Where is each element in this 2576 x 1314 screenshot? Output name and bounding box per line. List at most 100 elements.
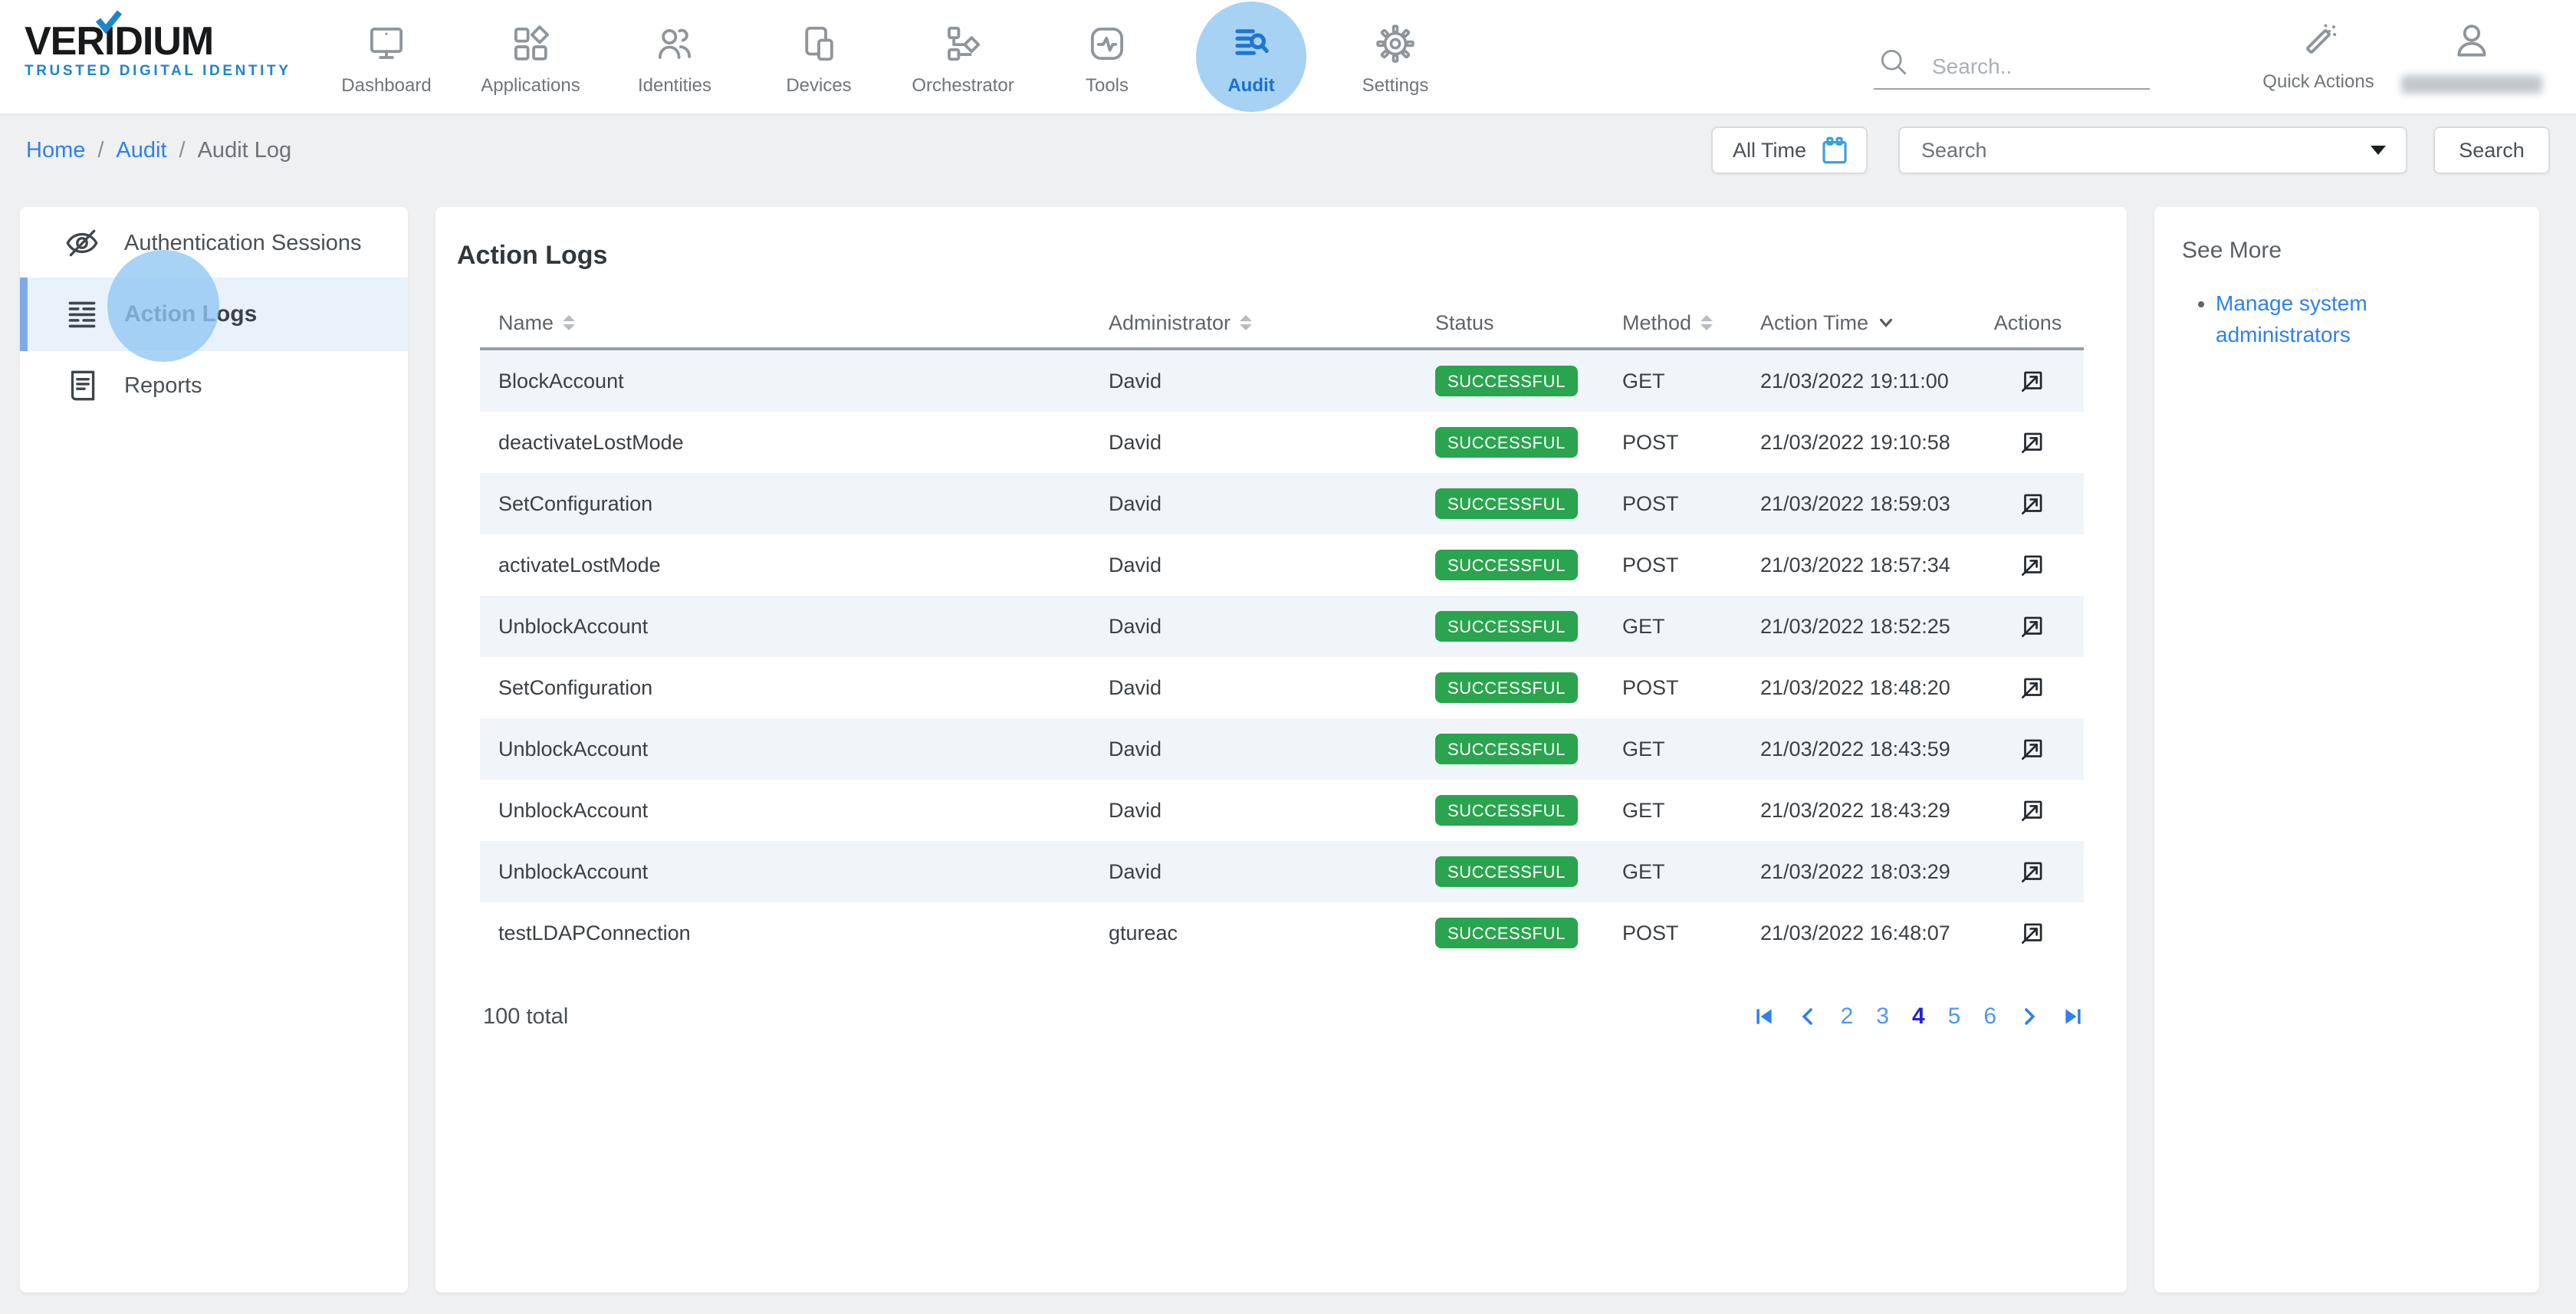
user-avatar-icon bbox=[2451, 20, 2492, 61]
row-open-action[interactable] bbox=[1972, 857, 2084, 886]
cell-administrator: David bbox=[1090, 737, 1417, 761]
table-row[interactable]: UnblockAccount David SUCCESSFUL GET 21/0… bbox=[480, 780, 2084, 841]
manage-system-administrators-link[interactable]: Manage system administrators bbox=[2216, 291, 2367, 347]
cell-status: SUCCESSFUL bbox=[1417, 734, 1604, 764]
column-header-action-time[interactable]: Action Time bbox=[1742, 311, 1972, 335]
table-body: BlockAccount David SUCCESSFUL GET 21/03/… bbox=[480, 350, 2084, 964]
pagination-next-button[interactable] bbox=[2019, 1007, 2039, 1027]
cell-action-time: 21/03/2022 16:48:07 bbox=[1742, 921, 1972, 945]
nav-label: Identities bbox=[638, 75, 711, 97]
nav-item-devices[interactable]: Devices bbox=[747, 0, 891, 113]
activity-icon bbox=[1086, 23, 1128, 64]
table-footer: 100 total 23456 bbox=[480, 1004, 2084, 1030]
row-open-action[interactable] bbox=[1972, 734, 2084, 764]
row-open-action[interactable] bbox=[1972, 366, 2084, 396]
status-badge: SUCCESSFUL bbox=[1435, 550, 1578, 580]
global-search bbox=[1874, 45, 2150, 90]
table-row[interactable]: UnblockAccount David SUCCESSFUL GET 21/0… bbox=[480, 841, 2084, 902]
quick-actions-button[interactable]: Quick Actions bbox=[2242, 21, 2395, 93]
row-open-action[interactable] bbox=[1972, 796, 2084, 825]
gear-icon bbox=[1375, 23, 1416, 64]
veridium-logo[interactable]: VERIDIUM TRUSTED DIGITAL IDENTITY bbox=[0, 0, 314, 113]
cell-method: POST bbox=[1604, 921, 1742, 945]
cell-method: POST bbox=[1604, 492, 1742, 516]
pagination-page-current[interactable]: 4 bbox=[1912, 1004, 1925, 1030]
cell-name: SetConfiguration bbox=[480, 676, 1090, 700]
nav-label: Tools bbox=[1086, 75, 1129, 97]
nav-item-applications[interactable]: Applications bbox=[458, 0, 603, 113]
table-row[interactable]: activateLostMode David SUCCESSFUL POST 2… bbox=[480, 534, 2084, 596]
cell-administrator: David bbox=[1090, 431, 1417, 455]
sort-icon bbox=[563, 315, 575, 330]
status-badge: SUCCESSFUL bbox=[1435, 672, 1578, 703]
column-header-actions: Actions bbox=[1972, 311, 2084, 335]
table-row[interactable]: deactivateLostMode David SUCCESSFUL POST… bbox=[480, 412, 2084, 473]
cell-action-time: 21/03/2022 18:43:59 bbox=[1742, 737, 1972, 761]
main-nav: Dashboard Applications Identities Device… bbox=[314, 0, 1467, 113]
total-count: 100 total bbox=[480, 1004, 568, 1030]
cell-administrator: David bbox=[1090, 615, 1417, 639]
table-row[interactable]: UnblockAccount David SUCCESSFUL GET 21/0… bbox=[480, 718, 2084, 780]
pagination-first-button[interactable] bbox=[1753, 1006, 1775, 1027]
search-field-select[interactable]: Search bbox=[1898, 126, 2407, 174]
sidebar-item-authentication-sessions[interactable]: Authentication Sessions bbox=[20, 209, 408, 278]
sort-desc-icon bbox=[1878, 314, 1894, 331]
global-search-input[interactable] bbox=[1932, 54, 2147, 79]
pagination-last-button[interactable] bbox=[2062, 1006, 2084, 1027]
time-range-button[interactable]: All Time bbox=[1711, 126, 1868, 174]
pagination-page[interactable]: 6 bbox=[1983, 1004, 1996, 1030]
user-name-redacted bbox=[2401, 75, 2542, 94]
column-header-name[interactable]: Name bbox=[480, 311, 1090, 335]
cell-status: SUCCESSFUL bbox=[1417, 672, 1604, 703]
column-header-administrator[interactable]: Administrator bbox=[1090, 311, 1417, 335]
breadcrumb: Home / Audit / Audit Log bbox=[26, 138, 291, 163]
action-logs-table: Name Administrator Status Method Action … bbox=[480, 298, 2084, 964]
table-row[interactable]: SetConfiguration David SUCCESSFUL POST 2… bbox=[480, 473, 2084, 534]
cell-method: POST bbox=[1604, 554, 1742, 577]
cell-administrator: gtureac bbox=[1090, 921, 1417, 945]
column-header-status: Status bbox=[1417, 311, 1604, 335]
external-link-icon bbox=[2018, 918, 2047, 948]
cell-method: GET bbox=[1604, 737, 1742, 761]
row-open-action[interactable] bbox=[1972, 918, 2084, 948]
pagination-page[interactable]: 3 bbox=[1876, 1004, 1889, 1030]
report-icon bbox=[63, 366, 101, 405]
nav-label: Settings bbox=[1362, 75, 1429, 97]
pagination-page[interactable]: 5 bbox=[1948, 1004, 1961, 1030]
sidebar-item-reports[interactable]: Reports bbox=[20, 351, 408, 420]
nav-item-settings[interactable]: Settings bbox=[1323, 0, 1467, 113]
breadcrumb-home-link[interactable]: Home bbox=[26, 138, 85, 163]
table-row[interactable]: SetConfiguration David SUCCESSFUL POST 2… bbox=[480, 657, 2084, 718]
row-open-action[interactable] bbox=[1972, 489, 2084, 518]
pagination-prev-button[interactable] bbox=[1798, 1007, 1818, 1027]
nav-label: Audit bbox=[1227, 75, 1274, 97]
nav-item-identities[interactable]: Identities bbox=[603, 0, 747, 113]
cell-method: POST bbox=[1604, 676, 1742, 700]
nav-item-tools[interactable]: Tools bbox=[1035, 0, 1179, 113]
table-row[interactable]: testLDAPConnection gtureac SUCCESSFUL PO… bbox=[480, 902, 2084, 964]
search-submit-button[interactable]: Search bbox=[2433, 126, 2550, 174]
status-badge: SUCCESSFUL bbox=[1435, 856, 1578, 887]
see-more-list: Manage system administrators bbox=[2216, 288, 2461, 350]
row-open-action[interactable] bbox=[1972, 673, 2084, 702]
table-row[interactable]: UnblockAccount David SUCCESSFUL GET 21/0… bbox=[480, 596, 2084, 657]
cell-administrator: David bbox=[1090, 492, 1417, 516]
row-open-action[interactable] bbox=[1972, 428, 2084, 457]
cell-administrator: David bbox=[1090, 370, 1417, 393]
content-area: Authentication Sessions Action Logs Repo… bbox=[0, 186, 2576, 1293]
pagination-page[interactable]: 2 bbox=[1841, 1004, 1854, 1030]
see-more-title: See More bbox=[2182, 238, 2512, 264]
external-link-icon bbox=[2018, 428, 2047, 457]
nav-item-audit[interactable]: Audit bbox=[1179, 0, 1323, 113]
user-profile-button[interactable] bbox=[2395, 20, 2548, 94]
time-range-label: All Time bbox=[1733, 139, 1806, 163]
nav-item-dashboard[interactable]: Dashboard bbox=[314, 0, 458, 113]
nav-item-orchestrator[interactable]: Orchestrator bbox=[891, 0, 1035, 113]
wand-icon bbox=[2298, 21, 2339, 62]
row-open-action[interactable] bbox=[1972, 550, 2084, 580]
row-open-action[interactable] bbox=[1972, 612, 2084, 641]
sidebar-item-action-logs[interactable]: Action Logs bbox=[20, 278, 408, 351]
column-header-method[interactable]: Method bbox=[1604, 311, 1742, 335]
breadcrumb-audit-link[interactable]: Audit bbox=[116, 138, 166, 163]
table-row[interactable]: BlockAccount David SUCCESSFUL GET 21/03/… bbox=[480, 350, 2084, 412]
